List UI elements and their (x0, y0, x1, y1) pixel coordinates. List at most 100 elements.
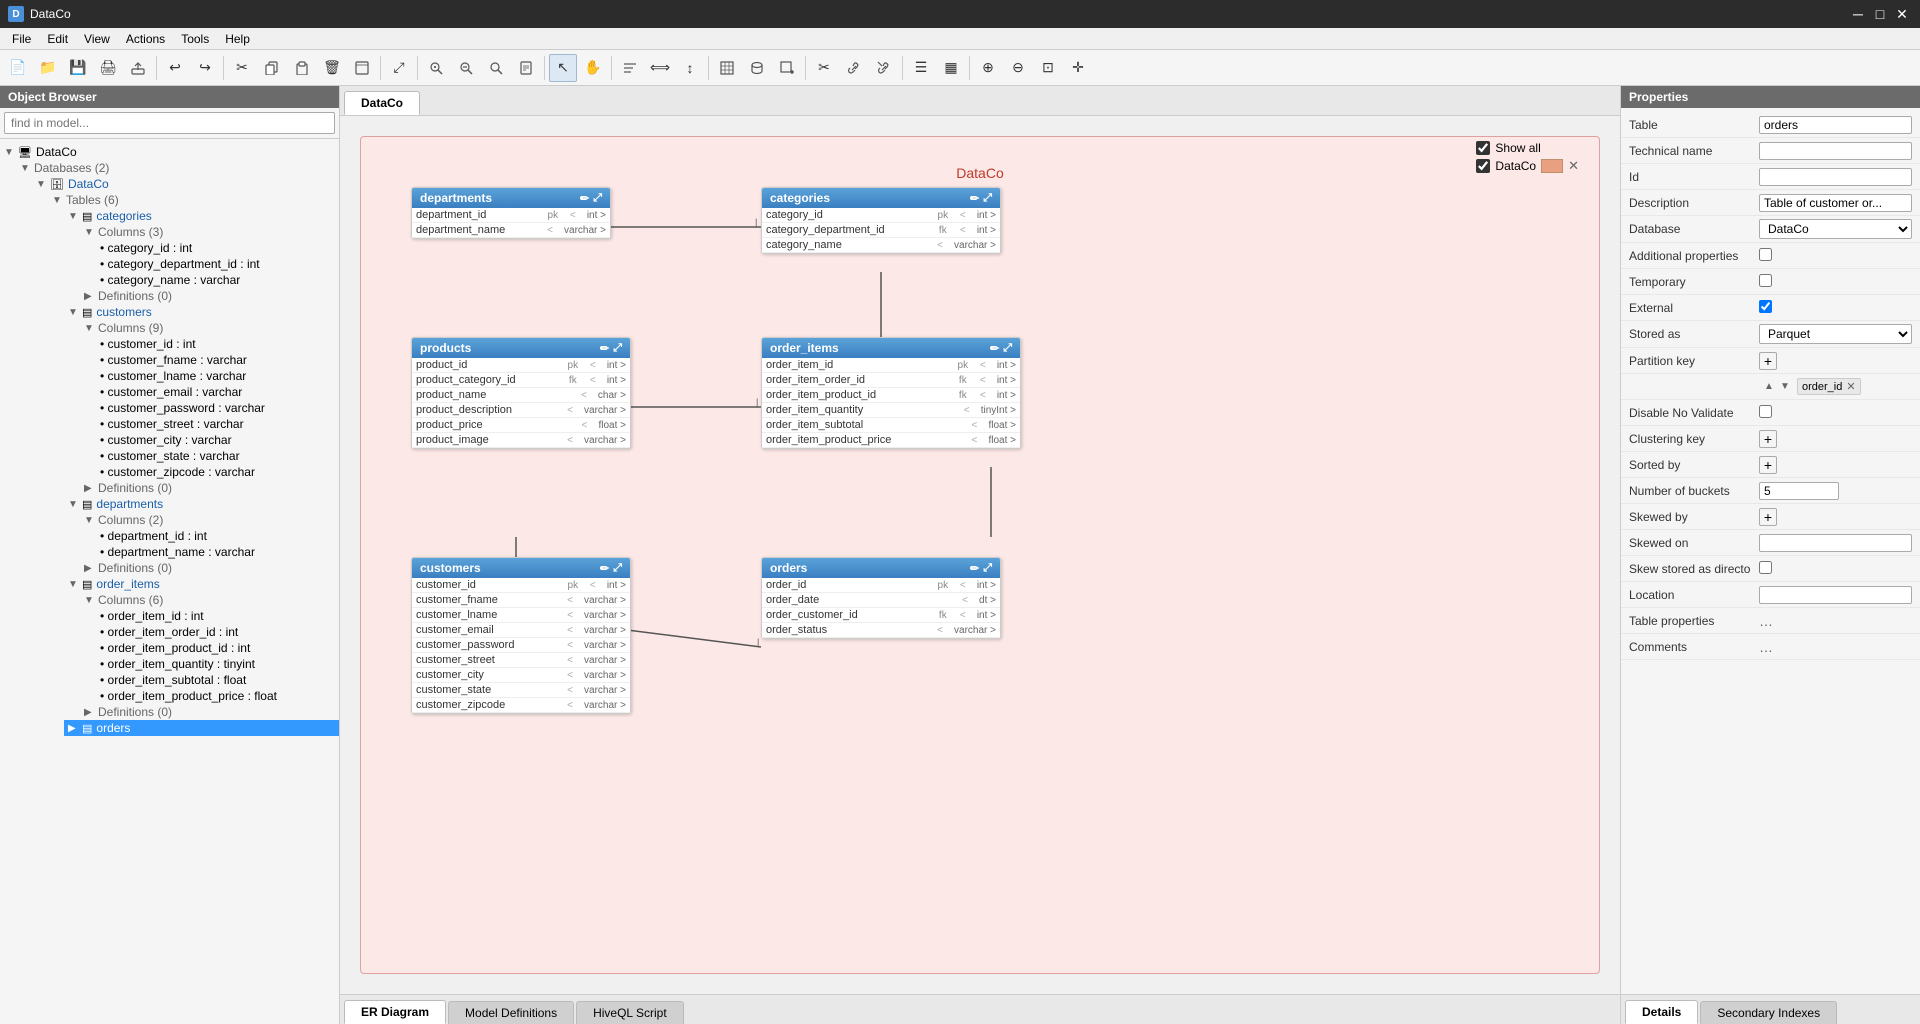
prop-input-location[interactable] (1759, 586, 1912, 604)
add-node-button[interactable]: ⊕ (974, 54, 1002, 82)
er-table-departments[interactable]: departments ✏ ⤢ department_id pk < int > (411, 187, 611, 239)
prop-checkbox-additional-props[interactable] (1759, 248, 1772, 261)
skewed-by-add-button[interactable]: + (1759, 508, 1777, 526)
tree-toggle[interactable]: ▶ (84, 483, 96, 494)
tree-row-col[interactable]: • department_name : varchar (96, 544, 339, 560)
tree-row-col[interactable]: • category_department_id : int (96, 256, 339, 272)
zoom-out-button[interactable] (452, 54, 480, 82)
tree-row-categories-cols[interactable]: ▼ Columns (3) (80, 224, 339, 240)
redo-button[interactable]: ↪ (191, 54, 219, 82)
tree-toggle[interactable]: ▼ (68, 211, 80, 222)
tree-row-col[interactable]: • customer_lname : varchar (96, 368, 339, 384)
prop-select-database[interactable]: DataCo (1759, 219, 1912, 239)
edit-icon[interactable]: ✏ (970, 192, 979, 205)
tab-hiveql-script[interactable]: HiveQL Script (576, 1001, 684, 1024)
tree-toggle[interactable]: ▼ (84, 323, 96, 334)
fullscreen-button[interactable]: ⤢ (385, 54, 413, 82)
tree-toggle[interactable]: ▼ (84, 227, 96, 238)
menu-view[interactable]: View (76, 30, 118, 48)
tree-toggle[interactable]: ▶ (84, 291, 96, 302)
tree-row-col[interactable]: • order_item_order_id : int (96, 624, 339, 640)
tree-row-orders[interactable]: ▶ ▤ orders (64, 720, 339, 736)
edit-icon[interactable]: ✏ (580, 192, 589, 205)
tree-toggle[interactable]: ▶ (68, 723, 80, 734)
er-table-orders[interactable]: orders ✏ ⤢ order_id pk < int > (761, 557, 1001, 639)
prop-input-id[interactable] (1759, 168, 1912, 186)
comments-dots-button[interactable]: … (1759, 639, 1773, 655)
tree-row-col[interactable]: • customer_email : varchar (96, 384, 339, 400)
tree-row-order-items[interactable]: ▼ ▤ order_items (64, 576, 339, 592)
partition-key-add-button[interactable]: + (1759, 352, 1777, 370)
table-properties-dots-button[interactable]: … (1759, 613, 1773, 629)
prop-input-table[interactable] (1759, 116, 1912, 134)
tab-model-definitions[interactable]: Model Definitions (448, 1001, 574, 1024)
show-all-checkbox[interactable] (1476, 141, 1490, 155)
prop-input-technical-name[interactable] (1759, 142, 1912, 160)
remove-node-button[interactable]: ⊖ (1004, 54, 1032, 82)
hand-button[interactable]: ✋ (579, 54, 607, 82)
expand-icon[interactable]: ⤢ (593, 192, 602, 205)
edit-icon[interactable]: ✏ (970, 562, 979, 575)
tree-row-col[interactable]: • category_id : int (96, 240, 339, 256)
search-input[interactable] (4, 112, 335, 134)
open-button[interactable]: 📁 (34, 54, 62, 82)
format-button[interactable] (348, 54, 376, 82)
paste-button[interactable] (288, 54, 316, 82)
tree-toggle[interactable]: ▶ (84, 707, 96, 718)
tree-row-customers-cols[interactable]: ▼ Columns (9) (80, 320, 339, 336)
select-button[interactable]: ↖ (549, 54, 577, 82)
er-table-order-items[interactable]: order_items ✏ ⤢ order_item_id pk < int > (761, 337, 1021, 449)
tree-row-customers-defs[interactable]: ▶ Definitions (0) (80, 480, 339, 496)
unlink-button[interactable] (870, 54, 898, 82)
new-button[interactable]: 📄 (4, 54, 32, 82)
tree-row-depts-defs[interactable]: ▶ Definitions (0) (80, 560, 339, 576)
tree-row-col[interactable]: • category_name : varchar (96, 272, 339, 288)
er-table-categories[interactable]: categories ✏ ⤢ category_id pk < int > (761, 187, 1001, 254)
expand-icon[interactable]: ⤢ (613, 562, 622, 575)
align-h-button[interactable]: ⟺ (646, 54, 674, 82)
tree-row-col[interactable]: • customer_street : varchar (96, 416, 339, 432)
tree-row-order-items-cols[interactable]: ▼ Columns (6) (80, 592, 339, 608)
tree-row-col[interactable]: • customer_city : varchar (96, 432, 339, 448)
tree-row-col[interactable]: • customer_id : int (96, 336, 339, 352)
move-button[interactable]: ✛ (1064, 54, 1092, 82)
tree-row-col[interactable]: • customer_state : varchar (96, 448, 339, 464)
tree-row-col[interactable]: • order_item_product_price : float (96, 688, 339, 704)
menu-file[interactable]: File (4, 30, 39, 48)
cut-button[interactable]: ✂ (228, 54, 256, 82)
minimize-button[interactable]: ─ (1848, 4, 1868, 24)
menu-actions[interactable]: Actions (118, 30, 173, 48)
partition-down-button[interactable]: ▼ (1777, 379, 1793, 395)
prop-select-stored-as[interactable]: Parquet ORC CSV Avro (1759, 324, 1912, 344)
zoom-fit-button[interactable] (482, 54, 510, 82)
edit-icon[interactable]: ✏ (990, 342, 999, 355)
link-button[interactable] (840, 54, 868, 82)
list-view-button[interactable]: ☰ (907, 54, 935, 82)
clustering-key-add-button[interactable]: + (1759, 430, 1777, 448)
zoom-page-button[interactable] (512, 54, 540, 82)
tree-row-dataco[interactable]: ▼ 🗄 DataCo (32, 176, 339, 192)
tree-toggle[interactable]: ▶ (84, 563, 96, 574)
tab-dataco[interactable]: DataCo (344, 91, 420, 115)
zoom-in-button[interactable] (422, 54, 450, 82)
delete-button[interactable]: 🗑 (318, 54, 346, 82)
prop-input-description[interactable] (1759, 194, 1912, 212)
prop-checkbox-skew-stored-as[interactable] (1759, 561, 1772, 574)
edit-icon[interactable]: ✏ (600, 342, 609, 355)
tree-toggle[interactable]: ▼ (68, 307, 80, 318)
edit-icon[interactable]: ✏ (600, 562, 609, 575)
tree-row-col[interactable]: • order_item_id : int (96, 608, 339, 624)
tree-toggle[interactable]: ▼ (68, 579, 80, 590)
partition-up-button[interactable]: ▲ (1761, 379, 1777, 395)
tree-row-col[interactable]: • customer_password : varchar (96, 400, 339, 416)
tree-toggle[interactable]: ▼ (84, 595, 96, 606)
tree-row-departments[interactable]: ▼ ▤ departments (64, 496, 339, 512)
tree-row-tables[interactable]: ▼ Tables (6) (48, 192, 339, 208)
tree-toggle[interactable]: ▼ (84, 515, 96, 526)
tree-row-col[interactable]: • order_item_quantity : tinyint (96, 656, 339, 672)
tree-row-col[interactable]: • customer_fname : varchar (96, 352, 339, 368)
expand-icon[interactable]: ⤢ (983, 562, 992, 575)
tree-toggle[interactable]: ▼ (68, 499, 80, 510)
menu-help[interactable]: Help (217, 30, 258, 48)
card-view-button[interactable]: ▦ (937, 54, 965, 82)
